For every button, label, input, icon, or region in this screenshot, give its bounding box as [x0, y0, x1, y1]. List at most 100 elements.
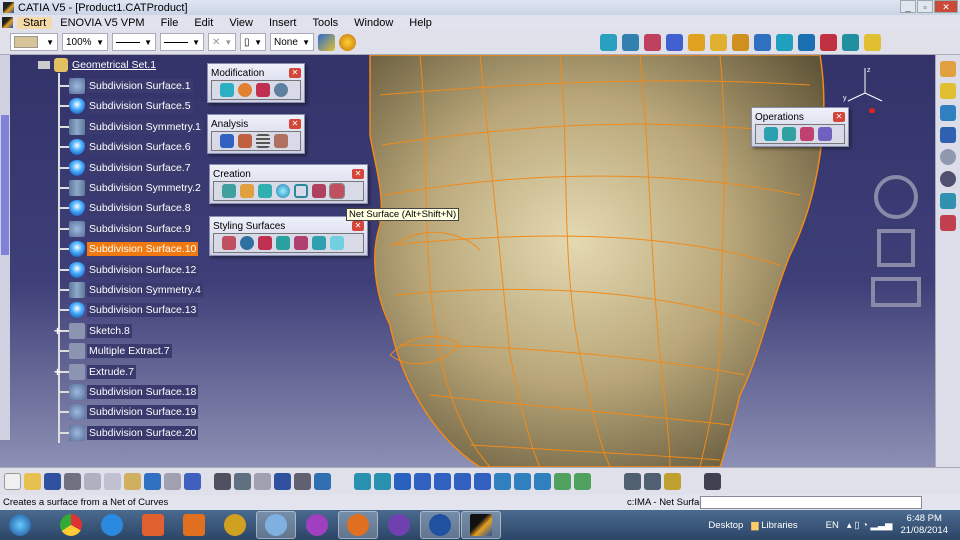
rectangle-icon[interactable]: [294, 184, 308, 198]
tree-node[interactable]: Subdivision Surface.1: [60, 77, 193, 95]
hide-show-icon[interactable]: [554, 473, 571, 490]
modify-icon[interactable]: [238, 83, 252, 97]
open-icon[interactable]: [24, 473, 41, 490]
tree-node[interactable]: Subdivision Surface.12: [60, 261, 199, 279]
zoom-out-icon[interactable]: [454, 473, 471, 490]
fly-mode-icon[interactable]: [354, 473, 371, 490]
collapse-icon[interactable]: [38, 61, 50, 69]
fit-all-icon[interactable]: [374, 473, 391, 490]
analysis-icon[interactable]: [220, 134, 234, 148]
tool-icon[interactable]: [644, 33, 661, 51]
taskbar-video-app[interactable]: [215, 511, 255, 539]
tool-icon[interactable]: [940, 127, 956, 143]
tool-icon[interactable]: [644, 473, 661, 490]
operation-icon[interactable]: [782, 127, 796, 141]
tray-icons[interactable]: ▴ ▯ ◔ ▂▃▅: [847, 520, 893, 531]
tool-icon[interactable]: [666, 33, 683, 51]
point-symbol-select[interactable]: ✕ ▼: [208, 33, 236, 51]
pan-icon[interactable]: [394, 473, 411, 490]
desktop-toolbar[interactable]: Desktop: [708, 520, 743, 531]
formula-icon[interactable]: [214, 473, 231, 490]
new-icon[interactable]: [4, 473, 21, 490]
undo-icon[interactable]: [144, 473, 161, 490]
copy-icon[interactable]: [104, 473, 121, 490]
zoom-control-icon[interactable]: [870, 277, 921, 307]
menu-tools[interactable]: Tools: [304, 17, 346, 29]
3d-viewport[interactable]: Geometrical Set.1 Subdivision Surface.1 S…: [0, 55, 935, 467]
sphere-icon[interactable]: [276, 184, 290, 198]
tool-icon[interactable]: [732, 33, 749, 51]
styling-icon[interactable]: [276, 236, 290, 250]
table-icon[interactable]: [274, 473, 291, 490]
taskbar-chrome[interactable]: [51, 511, 91, 539]
scrollbar-thumb[interactable]: [1, 115, 9, 255]
taskbar-camera-app[interactable]: [420, 511, 460, 539]
close-icon[interactable]: ✕: [352, 169, 364, 179]
tree-node[interactable]: + Extrude.7: [54, 363, 136, 381]
analysis-icon[interactable]: [274, 134, 288, 148]
tool-icon[interactable]: [664, 473, 681, 490]
catia-menu-icon[interactable]: [2, 17, 13, 28]
tree-node[interactable]: Subdivision Surface.19: [60, 403, 199, 421]
taskbar-firefox[interactable]: [338, 511, 378, 539]
operation-icon[interactable]: [818, 127, 832, 141]
styling-icon[interactable]: [312, 236, 326, 250]
tool-icon[interactable]: [622, 33, 639, 51]
tree-node[interactable]: Subdivision Symmetry.1: [60, 118, 203, 136]
net-surface-icon[interactable]: [329, 183, 345, 199]
styling-icon[interactable]: [240, 236, 254, 250]
menu-window[interactable]: Window: [346, 17, 401, 29]
tree-node[interactable]: Subdivision Surface.6: [60, 138, 193, 156]
surface-icon[interactable]: [258, 184, 272, 198]
line-thickness-select[interactable]: ▼: [112, 33, 156, 51]
restore-button[interactable]: ▫: [917, 0, 933, 13]
expand-icon[interactable]: +: [54, 324, 61, 338]
curve-icon[interactable]: [222, 184, 236, 198]
tool-icon[interactable]: [940, 193, 956, 209]
styling-icon[interactable]: [258, 236, 272, 250]
graphic-properties-icon[interactable]: [339, 33, 356, 51]
close-icon[interactable]: ✕: [352, 221, 364, 231]
rendering-style-select[interactable]: ▯ ▼: [240, 33, 266, 51]
language-indicator[interactable]: EN: [826, 520, 839, 531]
menu-help[interactable]: Help: [401, 17, 440, 29]
tool-icon[interactable]: [940, 105, 956, 121]
open-icon[interactable]: [240, 184, 254, 198]
tool-icon[interactable]: [940, 215, 956, 231]
pan-control-icon[interactable]: [876, 229, 915, 267]
modify-icon[interactable]: [256, 83, 270, 97]
color-select[interactable]: ▼: [10, 33, 58, 51]
tool-icon[interactable]: [254, 473, 271, 490]
clock[interactable]: 6:48 PM 21/08/2014: [900, 513, 948, 537]
tool-icon[interactable]: [704, 473, 721, 490]
multi-view-icon[interactable]: [494, 473, 511, 490]
tool-icon[interactable]: [798, 33, 815, 51]
tool-icon[interactable]: [688, 33, 705, 51]
tool-icon[interactable]: [776, 33, 793, 51]
start-button[interactable]: [0, 511, 40, 539]
tool-icon[interactable]: [710, 33, 727, 51]
line-type-select[interactable]: ▼: [160, 33, 204, 51]
revolve-icon[interactable]: [312, 184, 326, 198]
compass-icon[interactable]: zy: [840, 63, 890, 113]
tree-node[interactable]: Subdivision Surface.20: [60, 424, 199, 442]
tool-icon[interactable]: [314, 473, 331, 490]
close-icon[interactable]: ✕: [289, 68, 301, 78]
taskbar-media-player[interactable]: [174, 511, 214, 539]
taskbar-paint[interactable]: [256, 511, 296, 539]
tree-node[interactable]: Subdivision Surface.10: [60, 240, 199, 258]
tool-icon[interactable]: [940, 171, 956, 187]
taskbar-catia[interactable]: [461, 511, 501, 539]
taskbar-internet-explorer[interactable]: [92, 511, 132, 539]
tool-icon[interactable]: [600, 33, 617, 51]
tree-node[interactable]: Subdivision Surface.13: [60, 301, 199, 319]
modify-icon[interactable]: [274, 83, 288, 97]
taskbar-paint-app[interactable]: [133, 511, 173, 539]
operation-icon[interactable]: [764, 127, 778, 141]
operation-icon[interactable]: [800, 127, 814, 141]
taskbar-viber[interactable]: [379, 511, 419, 539]
tree-node[interactable]: Multiple Extract.7: [60, 342, 172, 360]
help-icon[interactable]: [184, 473, 201, 490]
minimize-button[interactable]: _: [900, 0, 916, 13]
paste-icon[interactable]: [124, 473, 141, 490]
